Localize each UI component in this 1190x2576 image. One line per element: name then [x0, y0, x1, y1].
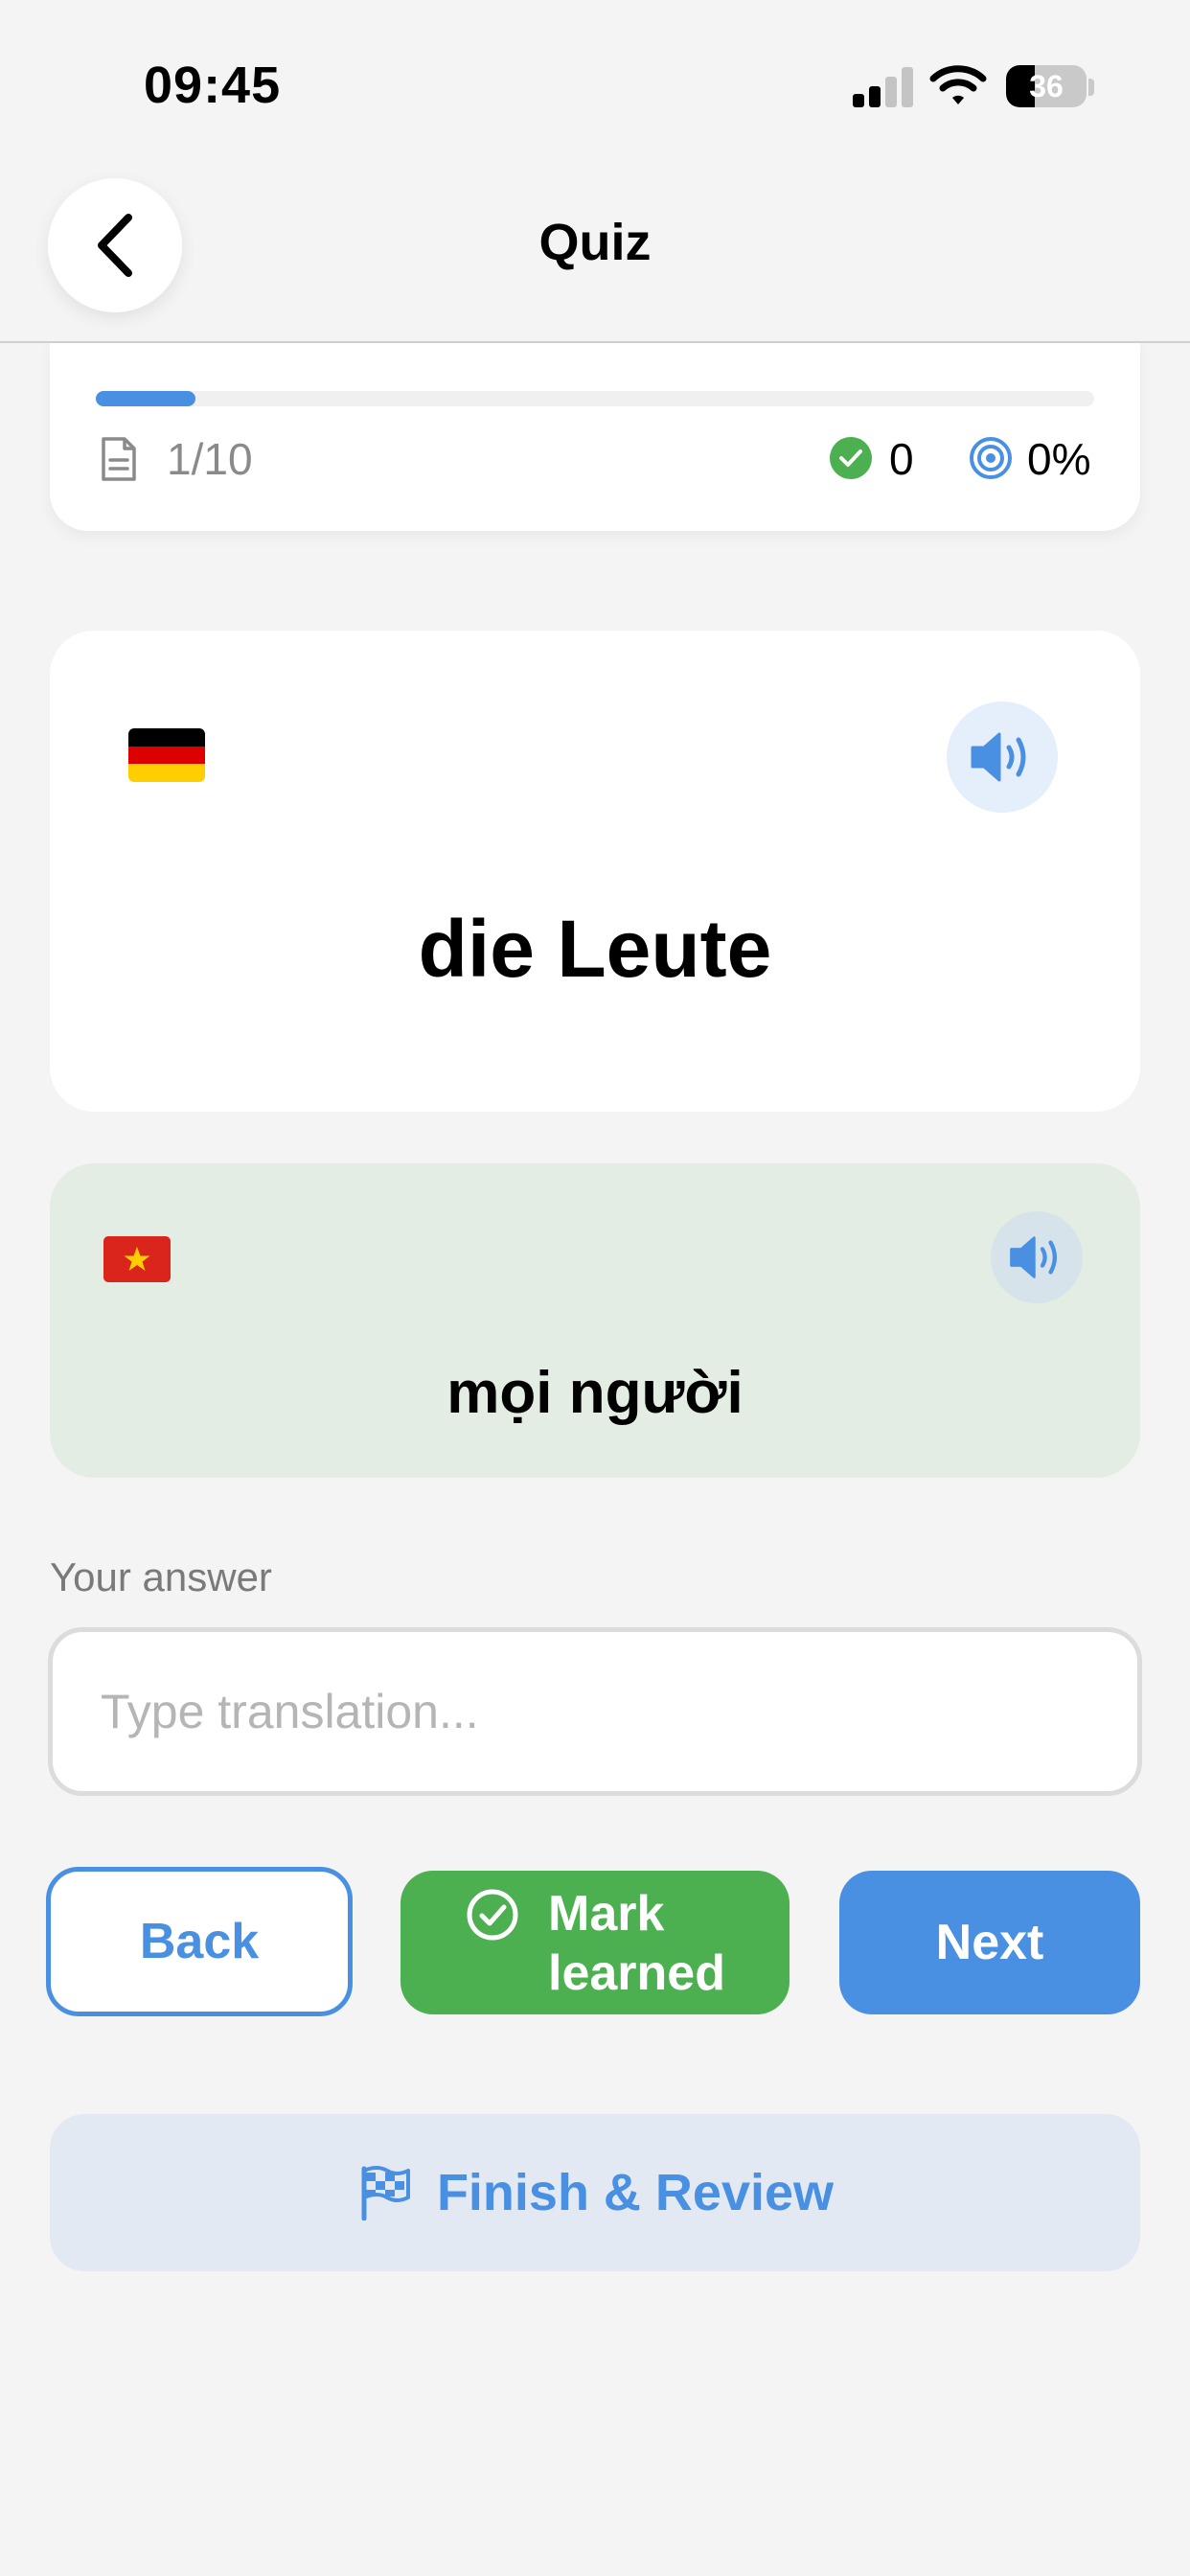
word-card [50, 631, 1140, 1112]
back-button[interactable]: Back [46, 1867, 353, 2016]
vietnam-flag-icon [103, 1236, 171, 1282]
question-counter: 1/10 [167, 434, 253, 484]
mark-learned-button[interactable]: Mark learned [400, 1871, 790, 2014]
play-translation-audio-button[interactable] [991, 1211, 1083, 1303]
target-icon [970, 437, 1012, 479]
check-circle-icon [467, 1889, 518, 1941]
accuracy-percent: 0% [1027, 434, 1091, 484]
page-title: Quiz [538, 214, 652, 271]
correct-count: 0 [889, 434, 914, 484]
play-word-audio-button[interactable] [947, 702, 1058, 813]
status-time: 09:45 [144, 57, 282, 114]
battery-cap [1088, 79, 1094, 96]
finish-review-label: Finish & Review [436, 2164, 835, 2221]
finish-review-button[interactable]: Finish & Review [50, 2114, 1140, 2271]
answer-input[interactable] [48, 1627, 1142, 1796]
battery-level: 36 [1029, 69, 1064, 104]
wifi-icon [929, 65, 987, 104]
translation-text: mọi người [446, 1360, 744, 1426]
next-button[interactable]: Next [839, 1871, 1140, 2014]
answer-label: Your answer [50, 1554, 272, 1599]
checkered-flag-icon [361, 2166, 410, 2220]
translation-card [50, 1163, 1140, 1478]
mark-learned-label: Mark learned [548, 1886, 725, 2001]
germany-flag-icon [128, 728, 205, 782]
speaker-icon [971, 732, 1026, 782]
quiz-word: die Leute [418, 904, 772, 994]
cellular-signal-icon [853, 67, 914, 107]
speaker-icon [1010, 1236, 1057, 1278]
check-circle-icon [830, 437, 872, 479]
battery-icon: 36 [1006, 65, 1087, 107]
document-icon [102, 437, 136, 481]
progress-bar [96, 391, 1094, 406]
progress-bar-fill [96, 391, 196, 406]
